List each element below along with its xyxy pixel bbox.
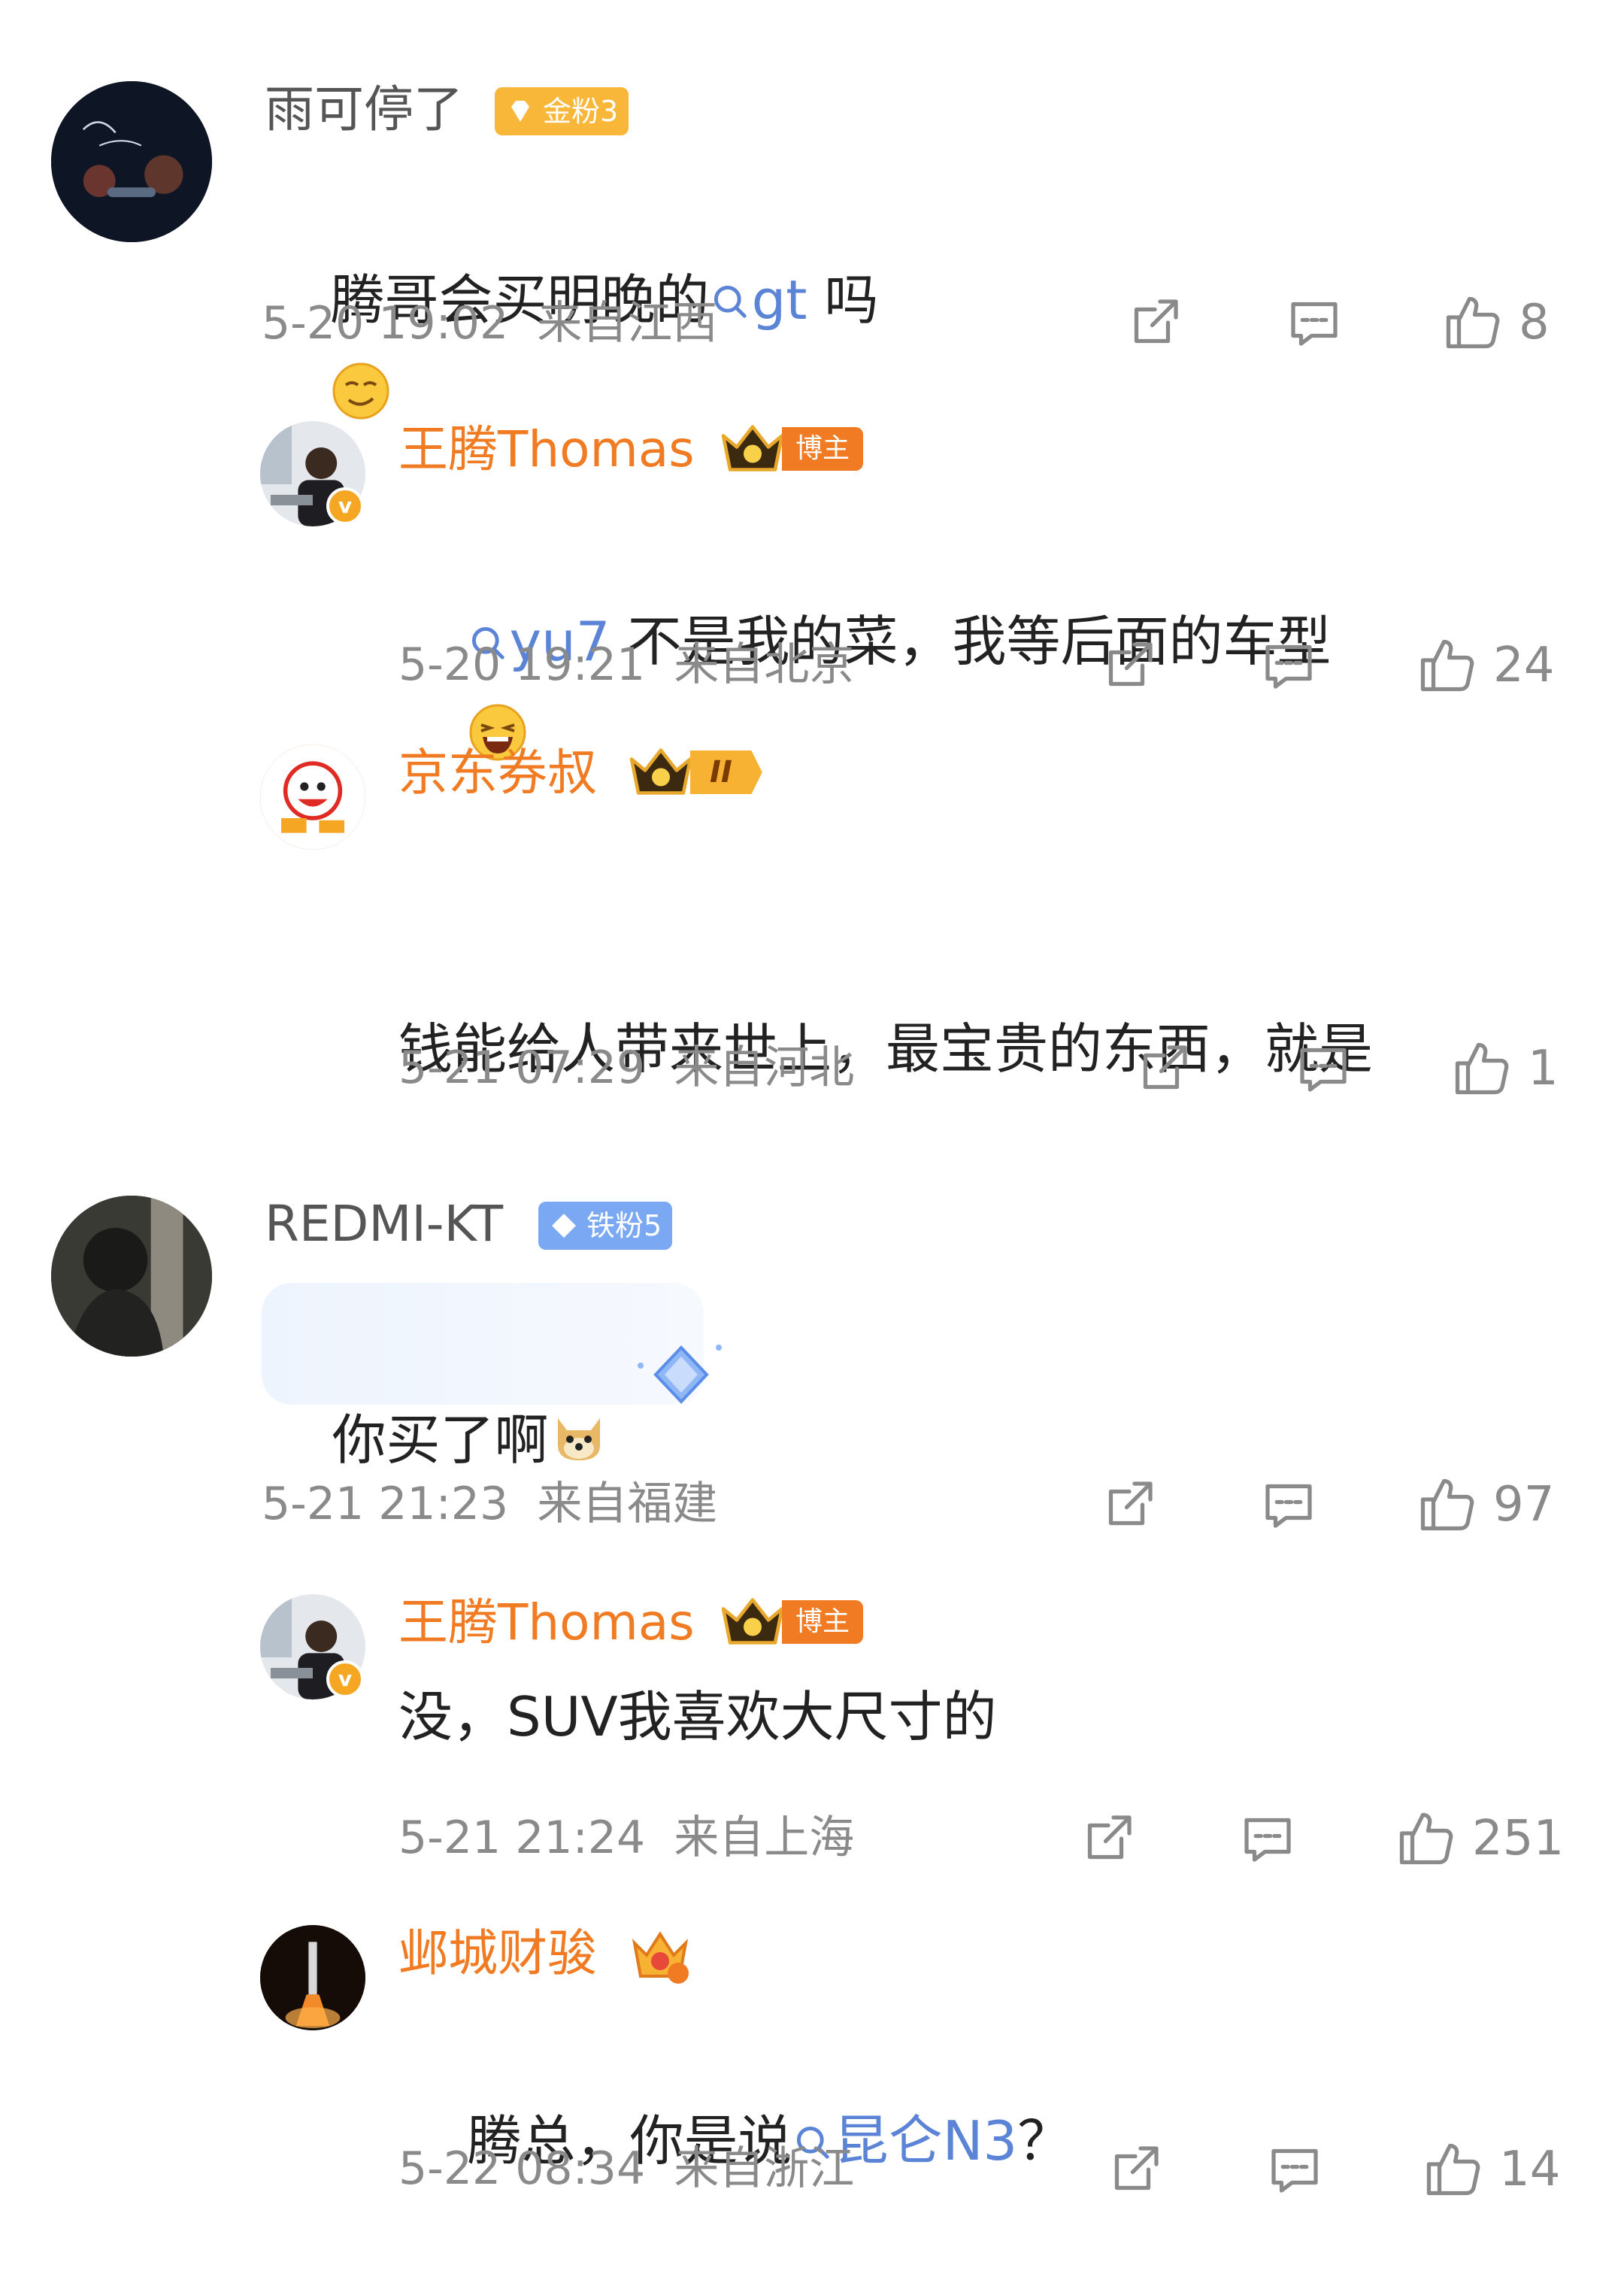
thumbs-up-icon <box>1415 634 1478 697</box>
share-icon <box>1098 634 1161 697</box>
action-bar: 8 <box>0 289 1624 356</box>
share-icon <box>1123 291 1186 354</box>
verified-icon: v <box>326 1660 364 1698</box>
like-count: 14 <box>1499 2142 1561 2197</box>
user-name[interactable]: 王腾Thomas <box>398 1593 695 1653</box>
user-avatar[interactable] <box>51 81 212 242</box>
share-button[interactable] <box>1132 1035 1195 1102</box>
share-icon <box>1077 1807 1140 1870</box>
reply-icon <box>1283 291 1346 354</box>
avatar-image <box>51 81 212 242</box>
fan-badge[interactable]: 金粉3 <box>495 87 629 135</box>
reply-button[interactable] <box>1257 632 1320 699</box>
like-count: 251 <box>1472 1811 1565 1866</box>
share-button[interactable] <box>1104 2136 1167 2203</box>
crown-level-icon <box>632 1931 689 1984</box>
crown-icon <box>627 743 695 800</box>
fan-badge-label: 铁粉5 <box>586 1209 662 1242</box>
reply-icon <box>1257 634 1320 697</box>
thumbs-up-icon <box>1450 1037 1513 1100</box>
avatar-image <box>260 1925 365 2030</box>
share-button[interactable] <box>1098 632 1161 699</box>
share-button[interactable] <box>1123 289 1186 356</box>
action-bar: 14 <box>0 2136 1624 2203</box>
like-button[interactable]: 8 <box>1441 289 1550 356</box>
thumbs-up-icon <box>1441 291 1504 354</box>
user-name[interactable]: 王腾Thomas <box>398 420 695 480</box>
reply-button[interactable] <box>1236 1805 1299 1872</box>
diamond-icon <box>511 101 529 122</box>
like-button[interactable]: 1 <box>1450 1035 1559 1102</box>
action-bar: 1 <box>0 1035 1624 1102</box>
share-button[interactable] <box>1077 1805 1140 1872</box>
reply-item: v 王腾Thomas 博主 yu7 不是我的菜，我等后面的车型 5-20 19:… <box>0 406 1624 761</box>
avatar-image <box>51 1196 212 1357</box>
user-avatar[interactable] <box>260 744 365 850</box>
thumbs-up-icon <box>1415 1473 1478 1536</box>
share-icon <box>1104 2138 1167 2201</box>
reply-button[interactable] <box>1257 1471 1320 1539</box>
like-button[interactable]: 14 <box>1421 2136 1560 2203</box>
comment-item: 雨可停了 金粉3 腾哥会买明晚的 gt 吗 5-20 19:02 来自江西 8 <box>0 0 1624 420</box>
reply-button[interactable] <box>1263 2136 1326 2203</box>
action-bar: 24 <box>0 632 1624 699</box>
like-button[interactable]: 251 <box>1394 1805 1564 1872</box>
thumbs-up-icon <box>1421 2138 1484 2201</box>
user-avatar[interactable] <box>51 1196 212 1357</box>
reply-icon <box>1236 1807 1299 1870</box>
like-button[interactable]: 24 <box>1415 632 1554 699</box>
fan-badge-label: 金粉3 <box>543 95 619 128</box>
reply-icon <box>1263 2138 1326 2201</box>
role-badge: 博主 <box>782 427 864 471</box>
user-name[interactable]: 京东券叔 <box>398 743 597 803</box>
like-count: 97 <box>1493 1477 1555 1533</box>
avatar-image <box>260 744 365 850</box>
like-count: 1 <box>1528 1041 1559 1096</box>
comment-item: REDMI-KT 铁粉5 你买了啊 5-21 21:23 来自福建 97 <box>0 1173 1624 1564</box>
comment-text: 没，SUV我喜欢大尺寸的 <box>398 1685 997 1748</box>
user-avatar[interactable] <box>260 1925 365 2030</box>
fan-badge[interactable]: 铁粉5 <box>538 1202 673 1250</box>
reply-icon <box>1292 1037 1355 1100</box>
diamond-decoration-icon <box>638 1345 722 1404</box>
reply-item: v 王腾Thomas 博主 没，SUV我喜欢大尺寸的 5-21 21:24 来自… <box>0 1579 1624 1895</box>
reply-button[interactable] <box>1292 1035 1355 1102</box>
reply-button[interactable] <box>1283 289 1346 356</box>
action-bar: 251 <box>0 1805 1624 1872</box>
share-button[interactable] <box>1098 1471 1161 1539</box>
reply-icon <box>1257 1473 1320 1536</box>
verified-icon: v <box>326 487 364 525</box>
diamond-icon <box>552 1214 576 1238</box>
user-name[interactable]: 邺城财骏 <box>398 1924 597 1984</box>
action-bar: 97 <box>0 1471 1624 1539</box>
doge-emoji <box>557 1418 600 1460</box>
user-name[interactable]: 雨可停了 <box>265 80 463 140</box>
crown-icon <box>719 420 786 477</box>
like-count: 24 <box>1493 638 1555 693</box>
user-name[interactable]: REDMI-KT <box>265 1194 503 1254</box>
comment-text: 你买了啊 <box>263 1298 609 1582</box>
reply-item: 邺城财骏 腾总，你是说 昆仑N3？ 5-22 08:34 来自浙江 14 <box>0 1910 1624 2236</box>
thumbs-up-icon <box>1394 1807 1457 1870</box>
share-icon <box>1132 1037 1195 1100</box>
reply-item: 京东券叔 II 钱能给人带来世上，最宝贵的东西，就是 不求人 5-21 07:2… <box>0 729 1624 1365</box>
role-badge: 博主 <box>782 1600 864 1644</box>
share-icon <box>1098 1473 1161 1536</box>
like-button[interactable]: 97 <box>1415 1471 1554 1539</box>
like-count: 8 <box>1519 295 1550 350</box>
level-badge: II <box>690 750 762 794</box>
crown-icon <box>719 1593 786 1650</box>
